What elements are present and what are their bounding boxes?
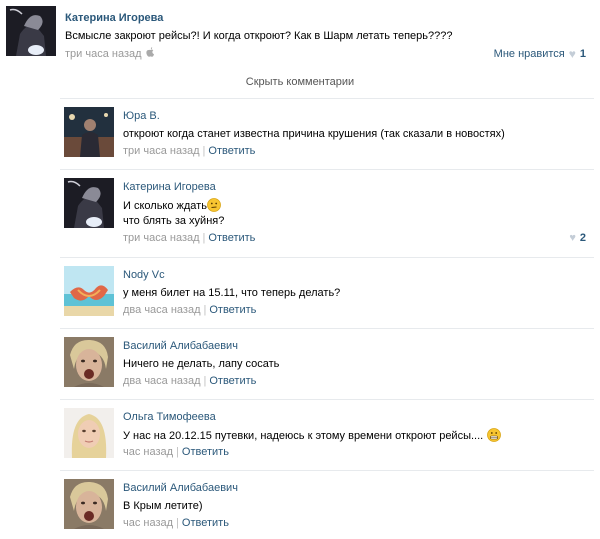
- grimace-smiley-icon: [483, 428, 502, 442]
- comment-meta: два часа назад | Ответить: [123, 304, 257, 316]
- comment-text: В Крым летите): [123, 500, 203, 512]
- avatar[interactable]: [64, 408, 114, 458]
- comment-author[interactable]: Катерина Игорева: [123, 181, 216, 193]
- comment: Nody Vc у меня билет на 15.11, что тепер…: [60, 257, 594, 328]
- comment-meta: два часа назад | Ответить: [123, 375, 257, 387]
- comment-text: И сколько ждать что блять за хуйня?: [123, 198, 224, 229]
- comment: Ольга Тимофеева У нас на 20.12.15 путевк…: [60, 399, 594, 470]
- like-count: 1: [579, 48, 586, 60]
- avatar[interactable]: [6, 6, 56, 56]
- comment-text: У нас на 20.12.15 путевки, надеюсь к это…: [123, 428, 502, 444]
- reply-link[interactable]: Ответить: [182, 446, 229, 458]
- comment: Василий Алибабаевич Ничего не делать, ла…: [60, 328, 594, 399]
- avatar[interactable]: [64, 337, 114, 387]
- comment-time[interactable]: два часа назад: [123, 375, 200, 387]
- comment: Катерина Игорева И сколько ждать что бля…: [60, 169, 594, 257]
- comment-text-line: И сколько ждать: [123, 200, 207, 212]
- like-label: Мне нравится: [493, 48, 565, 60]
- avatar[interactable]: [64, 479, 114, 529]
- post-time[interactable]: три часа назад: [65, 48, 142, 60]
- comment-text: откроют когда станет известна причина кр…: [123, 128, 505, 140]
- avatar[interactable]: [64, 178, 114, 228]
- comment-time[interactable]: час назад: [123, 517, 173, 529]
- reply-link[interactable]: Ответить: [208, 232, 255, 244]
- comment-meta: три часа назад | Ответить: [123, 145, 256, 157]
- like-count: 2: [579, 232, 586, 244]
- heart-icon: ♥: [568, 47, 576, 61]
- avatar[interactable]: [64, 107, 114, 157]
- comment-time[interactable]: три часа назад: [123, 145, 200, 157]
- comment-text: у меня билет на 15.11, что теперь делать…: [123, 287, 341, 299]
- like-button[interactable]: Мне нравится ♥ 1: [494, 47, 586, 61]
- comment-meta: три часа назад | Ответить: [123, 232, 256, 244]
- comment-author[interactable]: Юра В.: [123, 110, 160, 122]
- comment-author[interactable]: Василий Алибабаевич: [123, 482, 238, 494]
- reply-link[interactable]: Ответить: [209, 304, 256, 316]
- comment-text: Ничего не делать, лапу сосать: [123, 358, 280, 370]
- comments-list: Юра В. откроют когда станет известна при…: [60, 98, 594, 539]
- comment-text-line: что блять за хуйня?: [123, 215, 225, 227]
- reply-link[interactable]: Ответить: [182, 517, 229, 529]
- reply-link[interactable]: Ответить: [209, 375, 256, 387]
- comment-author[interactable]: Nody Vc: [123, 269, 165, 281]
- post-meta: три часа назад: [65, 47, 155, 60]
- comment: Юра В. откроют когда станет известна при…: [60, 98, 594, 169]
- reply-link[interactable]: Ответить: [208, 145, 255, 157]
- hide-comments-link[interactable]: Скрыть комментарии: [0, 76, 600, 88]
- comment-author[interactable]: Василий Алибабаевич: [123, 340, 238, 352]
- comment-text-line: У нас на 20.12.15 путевки, надеюсь к это…: [123, 430, 484, 442]
- post-text: Всмысле закроют рейсы?! И когда откроют?…: [65, 30, 453, 42]
- apple-icon: [145, 47, 155, 60]
- comment-time[interactable]: три часа назад: [123, 232, 200, 244]
- heart-icon: ♥: [569, 232, 576, 244]
- comment: Василий Алибабаевич В Крым летите) час н…: [60, 470, 594, 539]
- comment-time[interactable]: два часа назад: [123, 304, 200, 316]
- comment-time[interactable]: час назад: [123, 446, 173, 458]
- comment-like-button[interactable]: ♥ 2: [569, 232, 586, 244]
- post-author[interactable]: Катерина Игорева: [65, 12, 163, 24]
- comment-meta: час назад | Ответить: [123, 446, 229, 458]
- avatar[interactable]: [64, 266, 114, 316]
- post: Катерина Игорева Всмысле закроют рейсы?!…: [6, 4, 594, 61]
- comment-author[interactable]: Ольга Тимофеева: [123, 411, 216, 423]
- comment-meta: час назад | Ответить: [123, 517, 229, 529]
- confused-smiley-icon: [207, 198, 221, 212]
